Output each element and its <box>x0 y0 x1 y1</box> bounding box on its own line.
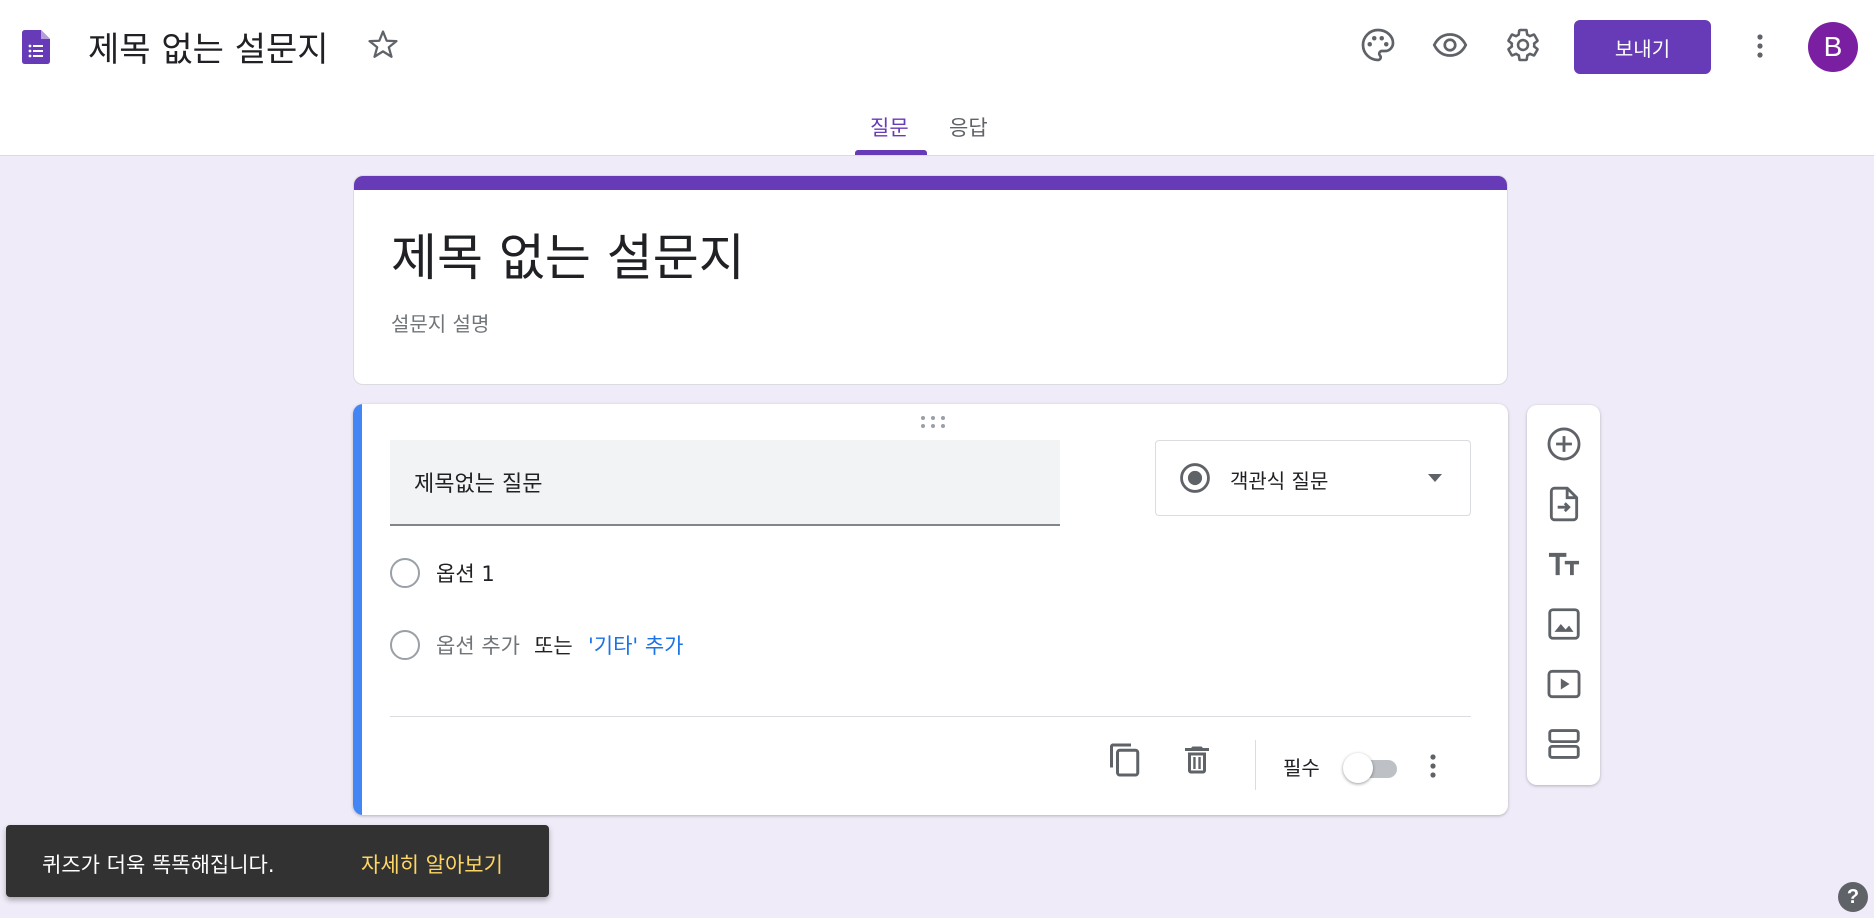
form-description-field[interactable]: 설문지 설명 <box>391 308 489 337</box>
radio-button-icon <box>1180 463 1210 493</box>
add-other-link[interactable]: '기타' 추가 <box>588 630 684 660</box>
add-video-icon[interactable] <box>1545 665 1583 703</box>
add-image-icon[interactable] <box>1545 605 1583 643</box>
more-vert-icon[interactable] <box>1746 28 1774 64</box>
app-header: 제목 없는 설문지 보내기 B 질문 응답 <box>0 0 1874 156</box>
question-title-text: 제목없는 질문 <box>414 472 543 497</box>
eye-icon[interactable] <box>1432 27 1468 63</box>
add-section-icon[interactable] <box>1545 725 1583 763</box>
avatar[interactable]: B <box>1808 22 1858 72</box>
tab-questions[interactable]: 질문 <box>870 112 909 142</box>
star-icon[interactable] <box>366 28 400 62</box>
question-more-icon[interactable] <box>1423 748 1443 784</box>
form-title-card: 제목 없는 설문지 설문지 설명 <box>353 175 1508 385</box>
add-question-icon[interactable] <box>1545 425 1583 463</box>
snackbar-message: 퀴즈가 더욱 똑똑해집니다. <box>42 853 275 877</box>
send-button[interactable]: 보내기 <box>1574 20 1711 74</box>
or-text: 또는 <box>534 634 573 658</box>
option-1-label[interactable]: 옵션 1 <box>436 558 495 588</box>
app-title[interactable]: 제목 없는 설문지 <box>88 22 329 71</box>
add-option-radio <box>390 630 420 660</box>
active-question-indicator <box>353 404 362 815</box>
gear-icon[interactable] <box>1505 27 1541 63</box>
question-card[interactable]: 제목없는 질문 객관식 질문 옵션 1 옵션 추가 또는 '기타' 추가 필수 <box>353 404 1508 815</box>
chevron-down-icon <box>1428 474 1442 482</box>
footer-divider <box>390 716 1471 717</box>
duplicate-icon[interactable] <box>1107 742 1143 778</box>
add-title-icon[interactable] <box>1545 545 1583 583</box>
accent-bar <box>354 176 1507 190</box>
snackbar: 퀴즈가 더욱 똑똑해집니다. 자세히 알아보기 <box>6 825 549 897</box>
question-type-label: 객관식 질문 <box>1230 469 1329 493</box>
palette-icon[interactable] <box>1360 27 1396 63</box>
delete-icon[interactable] <box>1179 742 1215 778</box>
required-label: 필수 <box>1283 756 1320 780</box>
forms-doc-icon[interactable] <box>22 30 50 64</box>
tab-responses[interactable]: 응답 <box>949 112 988 142</box>
import-questions-icon[interactable] <box>1545 485 1583 523</box>
footer-vertical-divider <box>1255 740 1256 790</box>
question-title-input[interactable]: 제목없는 질문 <box>390 440 1060 526</box>
question-type-dropdown[interactable]: 객관식 질문 <box>1155 440 1471 516</box>
required-toggle[interactable] <box>1343 752 1399 783</box>
toggle-thumb <box>1343 753 1373 783</box>
add-option-link[interactable]: 옵션 추가 <box>436 630 520 660</box>
active-tab-indicator <box>855 150 927 155</box>
learn-more-link[interactable]: 자세히 알아보기 <box>361 849 503 879</box>
form-title[interactable]: 제목 없는 설문지 <box>391 218 745 290</box>
drag-handle-icon[interactable] <box>917 414 949 430</box>
help-icon[interactable]: ? <box>1838 882 1868 912</box>
option-radio <box>390 558 420 588</box>
side-toolbar <box>1527 405 1600 785</box>
